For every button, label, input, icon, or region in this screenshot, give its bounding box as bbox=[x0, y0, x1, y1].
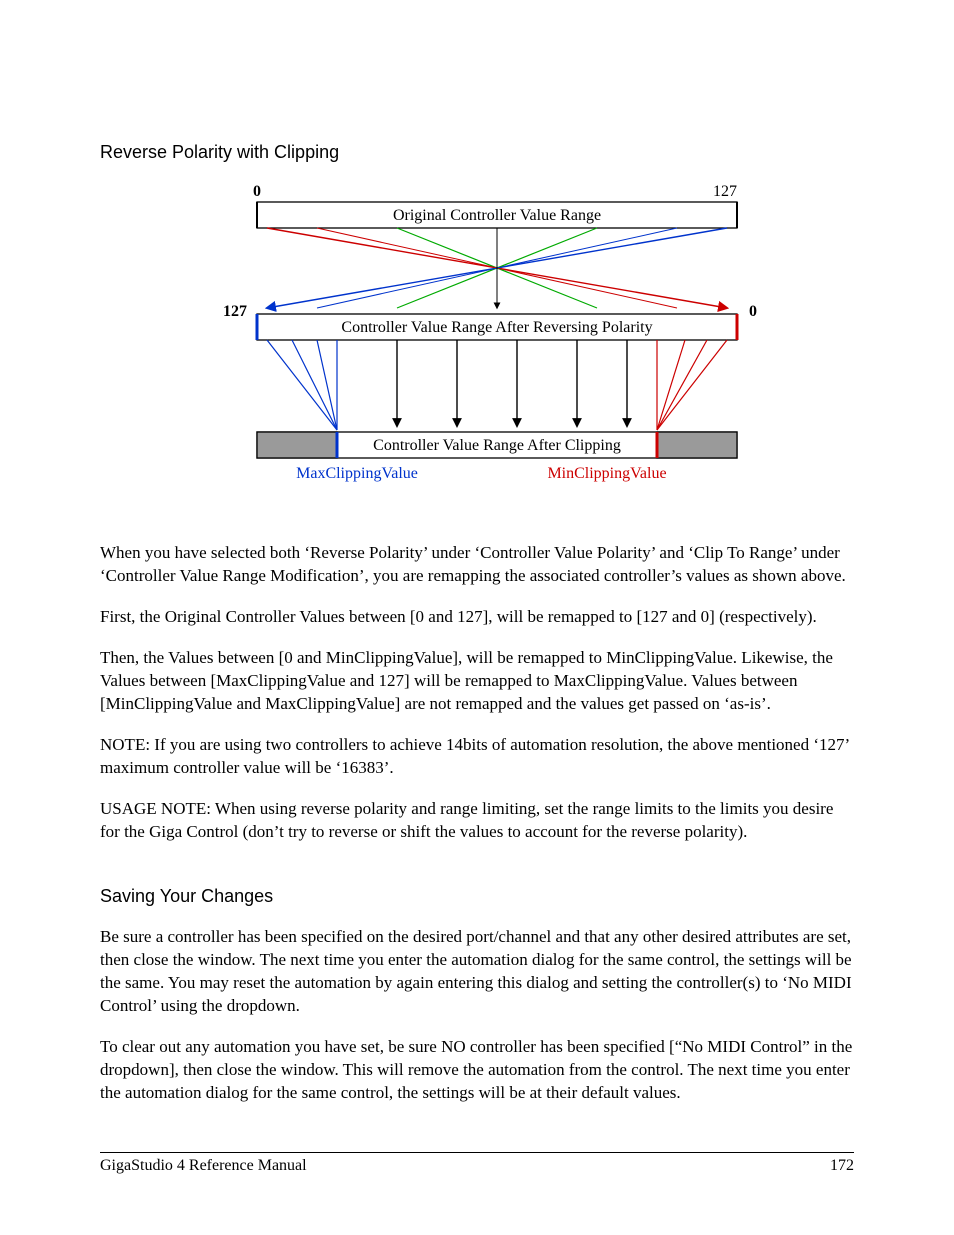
page: Reverse Polarity with Clipping 0 127 Ori… bbox=[0, 0, 954, 1235]
label-clipped: Controller Value Range After Clipping bbox=[373, 437, 621, 454]
footer-rule bbox=[100, 1152, 854, 1153]
heading-reverse-polarity: Reverse Polarity with Clipping bbox=[100, 140, 854, 164]
paragraph-6: Be sure a controller has been specified … bbox=[100, 926, 854, 1018]
paragraph-3: Then, the Values between [0 and MinClipp… bbox=[100, 647, 854, 716]
label-reversed: Controller Value Range After Reversing P… bbox=[341, 319, 652, 336]
paragraph-1: When you have selected both ‘Reverse Pol… bbox=[100, 542, 854, 588]
label-min-clip: MinClippingValue bbox=[547, 465, 666, 482]
heading-saving-changes: Saving Your Changes bbox=[100, 884, 854, 908]
label-mid-right: 0 bbox=[749, 303, 757, 320]
label-max-clip: MaxClippingValue bbox=[296, 465, 418, 482]
clip-region-right bbox=[657, 432, 737, 458]
page-footer: GigaStudio 4 Reference Manual 172 bbox=[100, 1155, 854, 1177]
paragraph-4: NOTE: If you are using two controllers t… bbox=[100, 734, 854, 780]
paragraph-7: To clear out any automation you have set… bbox=[100, 1036, 854, 1105]
label-top-left: 0 bbox=[253, 183, 261, 200]
label-top-right: 127 bbox=[713, 183, 737, 200]
polarity-diagram: 0 127 Original Controller Value Range 12… bbox=[197, 182, 757, 502]
footer-title: GigaStudio 4 Reference Manual bbox=[100, 1155, 307, 1177]
paragraph-2: First, the Original Controller Values be… bbox=[100, 606, 854, 629]
paragraph-5: USAGE NOTE: When using reverse polarity … bbox=[100, 798, 854, 844]
footer-pageno: 172 bbox=[830, 1155, 854, 1177]
label-original: Original Controller Value Range bbox=[393, 207, 601, 224]
label-mid-left: 127 bbox=[223, 303, 247, 320]
clip-region-left bbox=[257, 432, 337, 458]
